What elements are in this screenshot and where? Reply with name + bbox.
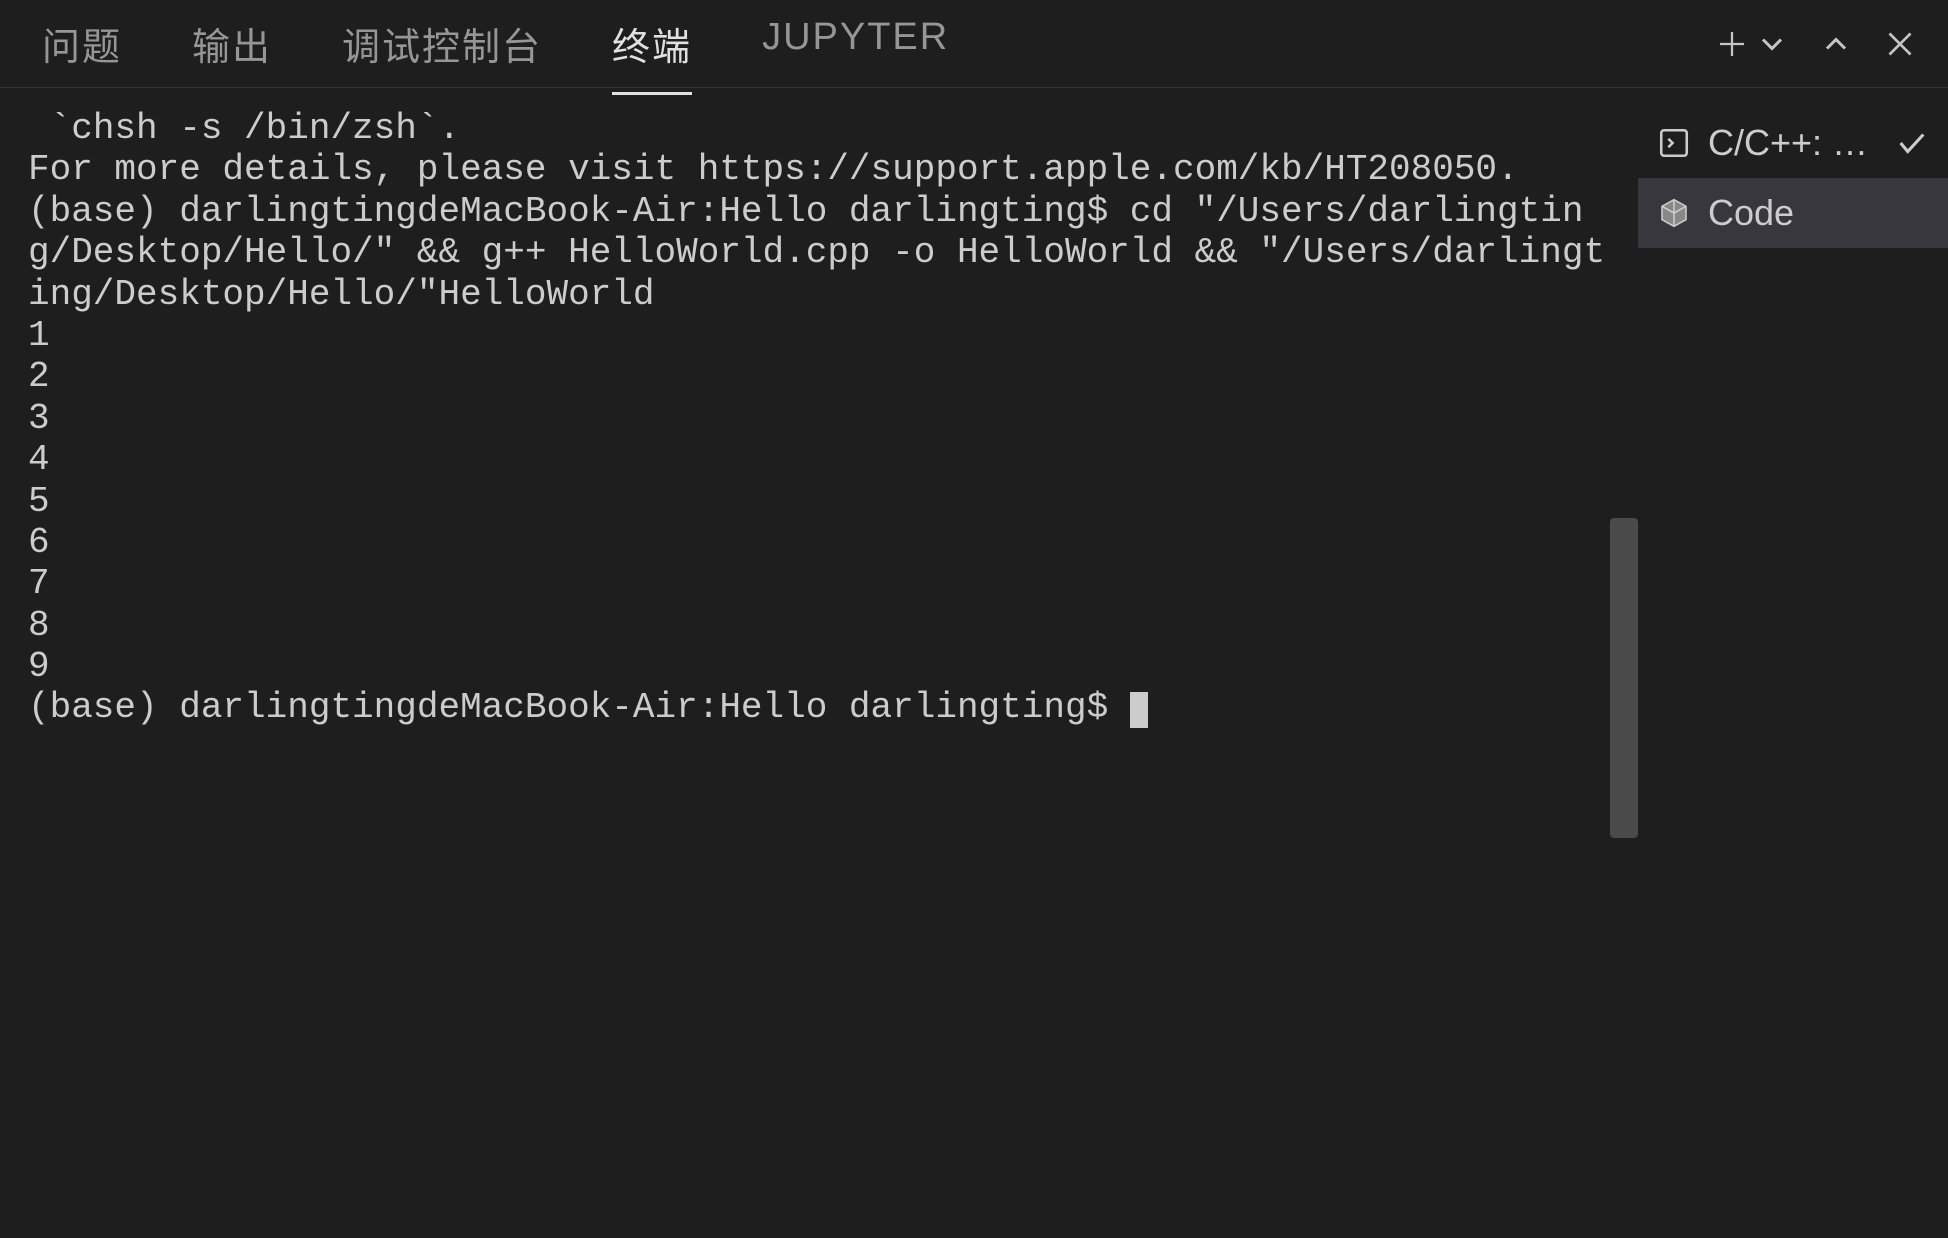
panel-tab-bar: 问题 输出 调试控制台 终端 JUPYTER (0, 0, 1948, 88)
panel-tabs: 问题 输出 调试控制台 终端 JUPYTER (20, 0, 1714, 93)
terminal-output[interactable]: `chsh -s /bin/zsh`. For more details, pl… (0, 88, 1638, 1238)
tab-terminal[interactable]: 终端 (612, 0, 692, 93)
tab-debug-console[interactable]: 调试控制台 (342, 0, 542, 93)
terminal-line: (base) darlingtingdeMacBook-Air:Hello da… (28, 191, 1605, 315)
cube-icon (1656, 195, 1692, 231)
terminal-line: `chsh -s /bin/zsh`. (28, 108, 460, 149)
new-terminal-group (1714, 26, 1790, 62)
close-panel-button[interactable] (1882, 26, 1918, 62)
terminal-line: 7 (28, 563, 50, 604)
tab-jupyter[interactable]: JUPYTER (762, 0, 949, 93)
terminal-scrollbar-track[interactable] (1610, 88, 1638, 1238)
terminal-line: 9 (28, 646, 50, 687)
terminal-line: 2 (28, 356, 50, 397)
check-icon (1894, 125, 1930, 161)
terminal-line: For more details, please visit https://s… (28, 149, 1519, 190)
terminal-item-label: Code (1708, 192, 1930, 234)
chevron-up-icon (1818, 26, 1854, 62)
terminal-line: (base) darlingtingdeMacBook-Air:Hello da… (28, 687, 1130, 728)
terminal-line: 4 (28, 439, 50, 480)
plus-icon (1714, 26, 1750, 62)
tab-output[interactable]: 输出 (192, 0, 272, 93)
terminal-line: 8 (28, 605, 50, 646)
terminal-line: 5 (28, 481, 50, 522)
terminal-item-code[interactable]: Code (1638, 178, 1948, 248)
terminal-line: 1 (28, 315, 50, 356)
terminal-sidebar: C/C++: … Code (1638, 88, 1948, 1238)
tab-problems[interactable]: 问题 (42, 0, 122, 93)
terminal-item-label: C/C++: … (1708, 122, 1878, 164)
chevron-down-icon (1754, 26, 1790, 62)
new-terminal-dropdown[interactable] (1754, 26, 1790, 62)
maximize-panel-button[interactable] (1818, 26, 1854, 62)
terminal-scrollbar-thumb[interactable] (1610, 518, 1638, 838)
terminal-line: 3 (28, 398, 50, 439)
new-terminal-button[interactable] (1714, 26, 1750, 62)
terminal-cursor (1130, 692, 1148, 728)
terminal-task-icon (1656, 125, 1692, 161)
panel-content: `chsh -s /bin/zsh`. For more details, pl… (0, 88, 1948, 1238)
terminal-item-cpp-task[interactable]: C/C++: … (1638, 108, 1948, 178)
terminal-line: 6 (28, 522, 50, 563)
close-icon (1882, 26, 1918, 62)
panel-actions (1714, 26, 1928, 62)
